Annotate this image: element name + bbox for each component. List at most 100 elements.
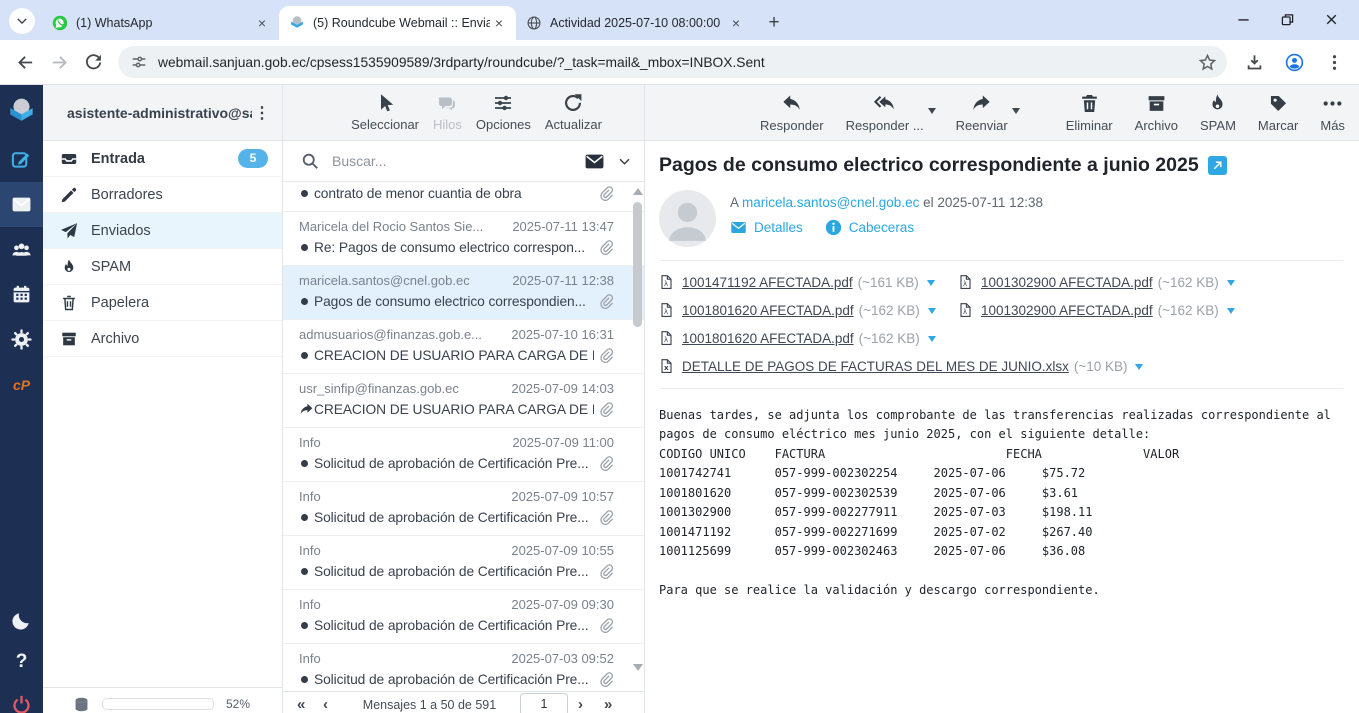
tab-close-button[interactable]: × (490, 14, 508, 32)
sidebar-item-borradores[interactable]: Borradores (43, 177, 282, 213)
spam-button[interactable]: SPAM (1195, 93, 1241, 133)
scroll-up-icon[interactable] (633, 188, 643, 195)
last-page-button[interactable]: » (604, 696, 630, 713)
close-window-button[interactable] (1309, 4, 1353, 34)
downloads-button[interactable] (1237, 45, 1271, 79)
dropdown-caret-icon[interactable] (928, 108, 936, 118)
contacts-nav-button[interactable] (0, 227, 43, 272)
address-bar[interactable]: webmail.sanjuan.gob.ec/cpsess1535909589/… (118, 46, 1227, 78)
help-button[interactable]: ? (0, 641, 43, 683)
tab-close-button[interactable]: × (253, 14, 271, 32)
attachment-name[interactable]: 1001302900 AFECTADA.pdf (981, 275, 1153, 290)
browser-menu-button[interactable] (1317, 45, 1351, 79)
message-row[interactable]: admusuarios@finanzas.gob.e...2025-07-10 … (283, 320, 644, 374)
search-options-chevron-icon[interactable] (617, 154, 632, 169)
attachment-menu-caret-icon[interactable] (928, 336, 936, 346)
browser-tab[interactable]: (5) Roundcube Webmail :: Envia× (279, 6, 516, 40)
opciones-button[interactable]: Opciones (476, 93, 531, 132)
message-row[interactable]: Info2025-07-09 09:30Solicitud de aprobac… (283, 590, 644, 644)
hilos-button[interactable]: Hilos (433, 93, 462, 132)
compose-button[interactable] (0, 137, 43, 182)
logout-button[interactable] (0, 683, 43, 713)
profile-button[interactable] (1277, 45, 1311, 79)
sidebar-item-archivo[interactable]: Archivo (43, 321, 282, 357)
account-menu-button[interactable]: ⋮ (252, 103, 272, 123)
prev-page-button[interactable]: ‹ (323, 696, 349, 713)
browser-tab[interactable]: (1) WhatsApp× (42, 6, 279, 40)
más-button[interactable]: Más (1315, 93, 1350, 133)
first-page-button[interactable]: « (297, 696, 323, 713)
message-row[interactable]: Info2025-07-09 10:57Solicitud de aprobac… (283, 482, 644, 536)
sidebar-item-enviados[interactable]: Enviados (43, 213, 282, 249)
back-button[interactable] (8, 45, 42, 79)
attachment-name[interactable]: 1001302900 AFECTADA.pdf (981, 303, 1153, 318)
reply-icon (781, 93, 802, 114)
search-input[interactable] (330, 152, 576, 170)
attachment-name[interactable]: 1001801620 AFECTADA.pdf (682, 331, 854, 346)
attachment-name[interactable]: 1001801620 AFECTADA.pdf (682, 303, 854, 318)
tab-close-button[interactable]: × (727, 14, 745, 32)
attachment[interactable]: λ1001801620 AFECTADA.pdf(~162 KB) (659, 324, 958, 352)
attachment-menu-caret-icon[interactable] (1227, 280, 1235, 290)
settings-nav-button[interactable] (0, 317, 43, 362)
list-scrollbar[interactable] (631, 184, 643, 689)
eliminar-button[interactable]: Eliminar (1061, 93, 1118, 133)
message-row[interactable]: Info2025-07-14 11:01contrato de menor cu… (283, 182, 644, 212)
file-pdf-icon: λ (659, 273, 674, 291)
message-row[interactable]: maricela.santos@cnel.gob.ec2025-07-11 12… (283, 266, 644, 320)
details-toggle[interactable]: Detalles (730, 219, 803, 236)
next-page-button[interactable]: › (578, 696, 604, 713)
message-row-line1: usr_sinfip@finanzas.gob.ec2025-07-09 14:… (299, 381, 614, 396)
attachment[interactable]: λ1001801620 AFECTADA.pdf(~162 KB) (659, 296, 958, 324)
site-settings-icon[interactable] (130, 53, 148, 71)
attachment-menu-caret-icon[interactable] (1227, 308, 1235, 318)
mail-nav-button[interactable] (0, 182, 43, 227)
forward-button[interactable] (42, 45, 76, 79)
attachment[interactable]: λ1001302900 AFECTADA.pdf(~162 KB) (958, 296, 1257, 324)
headers-toggle[interactable]: Cabeceras (825, 219, 914, 236)
minimize-button[interactable] (1221, 4, 1265, 34)
attachment-menu-caret-icon[interactable] (1135, 364, 1143, 374)
responder-button[interactable]: Responder (755, 93, 829, 133)
attachment[interactable]: λ1001302900 AFECTADA.pdf(~162 KB) (958, 268, 1257, 296)
restore-button[interactable] (1265, 4, 1309, 34)
scroll-down-icon[interactable] (633, 664, 643, 671)
calendar-nav-button[interactable] (0, 272, 43, 317)
attachment[interactable]: λ1001471192 AFECTADA.pdf(~161 KB) (659, 268, 958, 296)
new-tab-button[interactable]: + (761, 10, 787, 36)
tab-title: (5) Roundcube Webmail :: Envia (313, 16, 490, 30)
recipient-link[interactable]: maricela.santos@cnel.gob.ec (742, 195, 919, 210)
message-row[interactable]: Info2025-07-09 10:55Solicitud de aprobac… (283, 536, 644, 590)
attachment-menu-caret-icon[interactable] (927, 280, 935, 290)
seleccionar-button[interactable]: Seleccionar (351, 93, 419, 132)
dark-mode-button[interactable] (0, 599, 43, 641)
message-subject: Solicitud de aprobación de Certificación… (314, 618, 594, 633)
toolbar-button-label: Marcar (1258, 118, 1298, 133)
attachment-name[interactable]: DETALLE DE PAGOS DE FACTURAS DEL MES DE … (682, 359, 1069, 374)
browser-tab[interactable]: Actividad 2025-07-10 08:00:00× (516, 6, 753, 40)
open-in-new-window-button[interactable] (1208, 156, 1227, 175)
sidebar-item-papelera[interactable]: Papelera (43, 285, 282, 321)
reload-button[interactable] (76, 45, 110, 79)
page-number-input[interactable]: 1 (520, 693, 568, 713)
attachment[interactable]: xDETALLE DE PAGOS DE FACTURAS DEL MES DE… (659, 352, 1143, 380)
bookmark-star-icon[interactable] (1198, 53, 1217, 72)
attachment-menu-caret-icon[interactable] (928, 308, 936, 318)
sidebar-item-entrada[interactable]: Entrada5 (43, 141, 282, 177)
tab-search-button[interactable] (9, 8, 35, 34)
message-row[interactable]: Info2025-07-03 09:52Solicitud de aprobac… (283, 644, 644, 691)
responder-button[interactable]: Responder ... (841, 93, 929, 133)
search-scope-mail-icon[interactable] (584, 151, 605, 172)
message-row[interactable]: Info2025-07-09 11:00Solicitud de aprobac… (283, 428, 644, 482)
cpanel-nav-button[interactable]: cP (0, 362, 43, 407)
archivo-button[interactable]: Archivo (1130, 93, 1183, 133)
scrollbar-thumb[interactable] (633, 202, 642, 327)
reenviar-button[interactable]: Reenviar (951, 93, 1013, 133)
marcar-button[interactable]: Marcar (1253, 93, 1303, 133)
message-row[interactable]: Maricela del Rocio Santos Sie...2025-07-… (283, 212, 644, 266)
sidebar-item-spam[interactable]: SPAM (43, 249, 282, 285)
dropdown-caret-icon[interactable] (1012, 108, 1020, 118)
actualizar-button[interactable]: Actualizar (545, 93, 602, 132)
message-row[interactable]: usr_sinfip@finanzas.gob.ec2025-07-09 14:… (283, 374, 644, 428)
attachment-name[interactable]: 1001471192 AFECTADA.pdf (682, 275, 853, 290)
